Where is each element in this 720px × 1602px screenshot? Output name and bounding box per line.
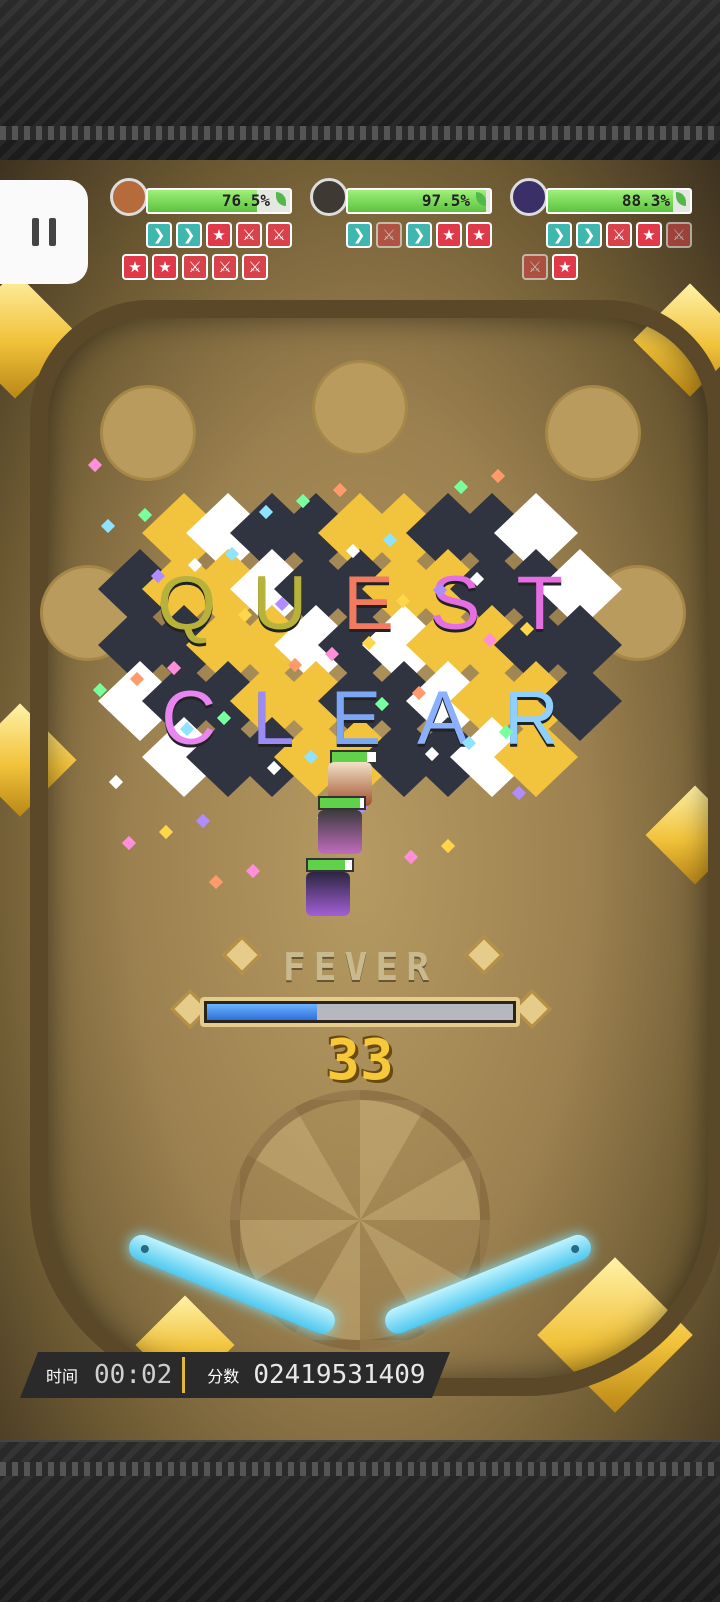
party-member-3: 88.3% ❯ ❯ ⚔ ★ ⚔ ⚔ ★ <box>510 178 700 288</box>
quest-clear-banner: QUEST CLEAR <box>110 530 610 780</box>
bumper <box>312 360 408 456</box>
unit-hp-bar <box>306 858 354 872</box>
player-unit <box>306 872 350 916</box>
unit-hp-bar <box>318 796 366 810</box>
wing-skill-icon: ❯ <box>546 222 572 248</box>
sword-skill-icon: ⚔ <box>522 254 548 280</box>
sword-skill-icon: ⚔ <box>606 222 632 248</box>
status-divider <box>182 1357 185 1393</box>
star-skill-icon: ★ <box>206 222 232 248</box>
status-bar: 时间 00:02 分数 02419531409 <box>20 1352 450 1398</box>
party-hp-text: 76.5% <box>221 191 270 210</box>
party-hp-bar: 76.5% <box>146 188 292 214</box>
star-skill-icon: ★ <box>466 222 492 248</box>
pause-icon <box>49 218 56 246</box>
wing-skill-icon: ❯ <box>176 222 202 248</box>
banner-letter: S <box>429 561 517 646</box>
sword-skill-icon: ⚔ <box>242 254 268 280</box>
party-hp-bar: 97.5% <box>346 188 492 214</box>
wing-skill-icon: ❯ <box>406 222 432 248</box>
party-avatar <box>110 178 148 216</box>
wing-skill-icon: ❯ <box>146 222 172 248</box>
party-member-2: 97.5% ❯ ⚔ ❯ ★ ★ <box>310 178 500 288</box>
star-skill-icon: ★ <box>636 222 662 248</box>
banner-line-clear: CLEAR <box>110 675 610 762</box>
party-avatar <box>310 178 348 216</box>
combo-counter: 33 <box>326 1028 394 1093</box>
party-hp-text: 88.3% <box>621 191 670 210</box>
leaf-icon <box>276 192 286 206</box>
party-avatar <box>510 178 548 216</box>
star-skill-icon: ★ <box>436 222 462 248</box>
bumper <box>100 385 196 481</box>
bumper <box>545 385 641 481</box>
sword-skill-icon: ⚔ <box>236 222 262 248</box>
banner-letter: L <box>252 676 331 761</box>
player-unit <box>318 810 362 854</box>
star-skill-icon: ★ <box>122 254 148 280</box>
sword-skill-icon: ⚔ <box>666 222 692 248</box>
fever-track <box>200 997 520 1027</box>
party-hp-text: 97.5% <box>421 191 470 210</box>
bottom-frame <box>0 1440 720 1602</box>
banner-letter: E <box>330 676 418 761</box>
star-skill-icon: ★ <box>152 254 178 280</box>
party-member-1: 76.5% ❯ ❯ ★ ⚔ ⚔ ★ ★ ⚔ ⚔ ⚔ <box>110 178 300 288</box>
banner-letter: C <box>161 676 253 761</box>
score-value: 02419531409 <box>253 1360 426 1390</box>
wing-skill-icon: ❯ <box>576 222 602 248</box>
party-hp-bar: 88.3% <box>546 188 692 214</box>
time-label: 时间 <box>46 1367 79 1386</box>
banner-letter: E <box>343 561 430 646</box>
pause-icon <box>32 218 39 246</box>
banner-letter: Q <box>157 561 253 646</box>
banner-letter: R <box>503 676 595 761</box>
sword-skill-icon: ⚔ <box>376 222 402 248</box>
star-skill-icon: ★ <box>552 254 578 280</box>
banner-letter: U <box>252 561 344 646</box>
pause-button[interactable] <box>0 180 88 284</box>
sword-skill-icon: ⚔ <box>182 254 208 280</box>
fever-label: FEVER <box>282 945 438 989</box>
wing-skill-icon: ❯ <box>346 222 372 248</box>
top-frame <box>0 0 720 162</box>
time-value: 00:02 <box>94 1360 173 1390</box>
score-label: 分数 <box>207 1367 240 1386</box>
sword-skill-icon: ⚔ <box>266 222 292 248</box>
fever-fill <box>207 1004 318 1020</box>
banner-line-quest: QUEST <box>110 560 610 647</box>
sword-skill-icon: ⚔ <box>212 254 238 280</box>
leaf-icon <box>676 192 686 206</box>
